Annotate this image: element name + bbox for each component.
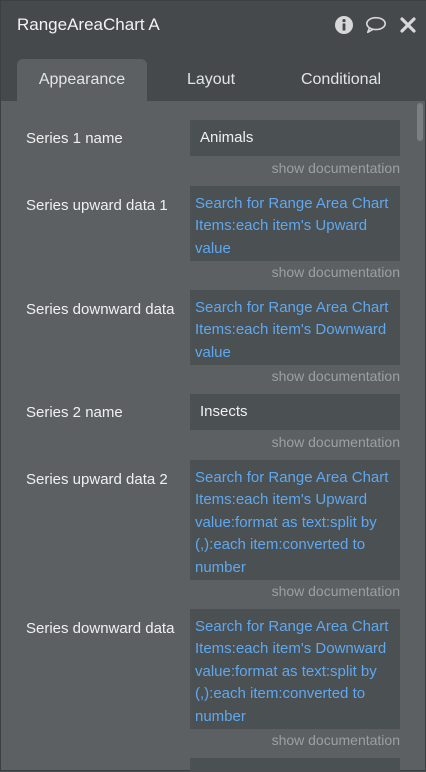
title-bar[interactable]: RangeAreaChart A [1,1,426,51]
show-documentation-link[interactable]: show documentation [272,160,400,176]
close-icon[interactable] [397,14,419,36]
element-title: RangeAreaChart A [17,15,160,34]
series-upward-data-1-expression[interactable]: Search for Range Area Chart Items:each i… [190,186,400,261]
property-label: Series upward data 2 [26,471,168,488]
title-icons [333,14,419,36]
property-editor-panel: RangeAreaChart A Appearance Layout Condi… [0,0,426,772]
show-documentation-link[interactable]: show documentation [272,583,400,599]
show-documentation-link[interactable]: show documentation [272,434,400,450]
scrollbar[interactable] [417,103,423,141]
tab-conditional[interactable]: Conditional [276,59,406,101]
series-1-name-field[interactable]: Animals [190,120,400,156]
next-property-field-partial[interactable] [190,758,400,772]
tab-appearance[interactable]: Appearance [17,59,147,101]
property-label: Series downward data [26,301,175,318]
series-downward-data-1-expression[interactable]: Search for Range Area Chart Items:each i… [190,290,400,365]
property-label: Series upward data 1 [26,197,168,214]
property-label: Series 1 name [26,130,123,147]
series-2-name-field[interactable]: Insects [190,394,400,430]
tab-layout[interactable]: Layout [151,59,271,101]
series-downward-data-2-expression[interactable]: Search for Range Area Chart Items:each i… [190,609,400,729]
show-documentation-link[interactable]: show documentation [272,368,400,384]
show-documentation-link[interactable]: show documentation [272,732,400,748]
info-icon[interactable] [333,14,355,36]
property-label: Series 2 name [26,404,123,421]
comment-icon[interactable] [365,14,387,36]
show-documentation-link[interactable]: show documentation [272,264,400,280]
property-label: Series downward data [26,620,175,637]
tab-bar: Appearance Layout Conditional [1,51,426,101]
series-upward-data-2-expression[interactable]: Search for Range Area Chart Items:each i… [190,460,400,580]
